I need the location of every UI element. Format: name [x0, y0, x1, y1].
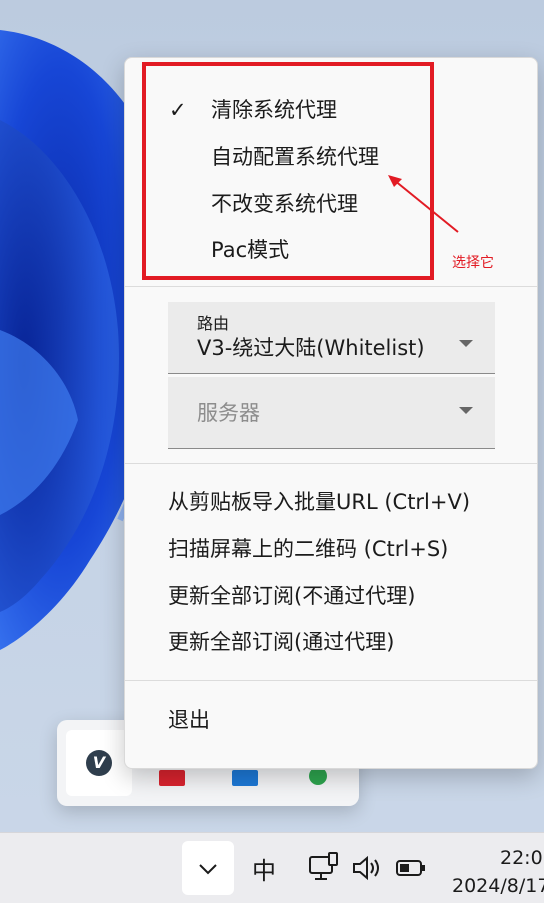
v2rayn-icon: V — [86, 750, 112, 776]
annotation-arrow-icon — [388, 175, 459, 233]
menu-item-scan-qrcode[interactable]: 扫描屏幕上的二维码 (Ctrl+S) — [125, 529, 537, 569]
menu-item-label: 从剪贴板导入批量URL (Ctrl+V) — [168, 490, 471, 514]
menu-item-label: 更新全部订阅(不通过代理) — [168, 584, 416, 608]
battery-icon[interactable] — [394, 851, 428, 885]
chevron-down-icon — [459, 340, 473, 347]
show-hidden-icons-button[interactable] — [182, 841, 234, 895]
routing-label: 路由 — [197, 314, 230, 333]
taskbar: 中 22:05 2024/8/17 — [0, 832, 544, 903]
server-placeholder: 服务器 — [197, 401, 260, 425]
chevron-down-icon — [199, 863, 217, 874]
menu-item-import-clipboard[interactable]: 从剪贴板导入批量URL (Ctrl+V) — [125, 482, 537, 522]
tray-item-v2rayn[interactable]: V — [66, 730, 132, 796]
clock-time[interactable]: 22:05 — [500, 847, 544, 869]
volume-icon[interactable] — [350, 851, 384, 885]
network-icon[interactable] — [306, 851, 340, 885]
menu-item-label: 退出 — [168, 708, 210, 732]
server-select[interactable]: 服务器 — [168, 377, 495, 449]
green-check-icon — [309, 770, 327, 785]
menu-divider — [125, 680, 537, 681]
menu-item-label: 更新全部订阅(通过代理) — [168, 630, 395, 654]
menu-divider — [125, 286, 537, 287]
menu-item-exit[interactable]: 退出 — [125, 700, 537, 740]
red-app-icon — [159, 770, 185, 786]
menu-item-label: 扫描屏幕上的二维码 (Ctrl+S) — [168, 537, 449, 561]
routing-value: V3-绕过大陆(Whitelist) — [197, 336, 425, 360]
ime-indicator[interactable]: 中 — [252, 851, 276, 886]
annotation-label: 选择它 — [452, 255, 494, 271]
blue-app-icon — [232, 770, 258, 786]
menu-divider — [125, 463, 537, 464]
menu-item-update-subs-direct[interactable]: 更新全部订阅(不通过代理) — [125, 576, 537, 616]
clock-date[interactable]: 2024/8/17 — [452, 875, 544, 897]
routing-select[interactable]: 路由 V3-绕过大陆(Whitelist) — [168, 302, 495, 374]
chevron-down-icon — [459, 407, 473, 414]
menu-item-update-subs-proxy[interactable]: 更新全部订阅(通过代理) — [125, 622, 537, 662]
